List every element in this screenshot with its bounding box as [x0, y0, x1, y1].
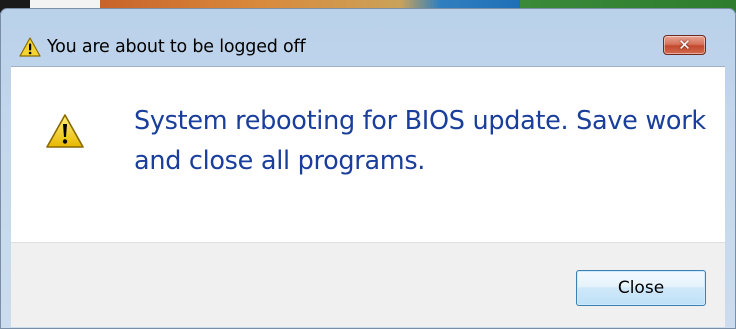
button-bar: Close [11, 242, 725, 327]
close-button[interactable]: Close [576, 270, 706, 306]
close-window-button[interactable]: ✕ [663, 35, 706, 55]
window-title: You are about to be logged off [47, 37, 306, 57]
close-icon: ✕ [678, 36, 691, 54]
warning-icon [19, 37, 41, 57]
message-text: System rebooting for BIOS update. Save w… [134, 106, 706, 176]
message-area: System rebooting for BIOS update. Save w… [11, 66, 725, 243]
dialog-window: You are about to be logged off ✕ System … [0, 8, 736, 329]
warning-icon [45, 113, 85, 149]
